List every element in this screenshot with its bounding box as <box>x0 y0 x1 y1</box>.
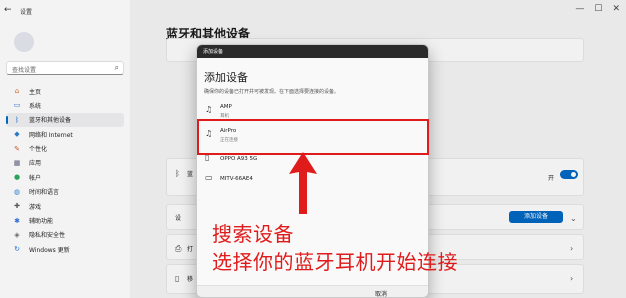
brush-icon: ✎ <box>14 144 20 153</box>
dialog-header-label: 添加设备 <box>203 49 224 55</box>
device-name: AMP <box>220 104 232 110</box>
sidebar-item-label: Windows 更新 <box>29 246 70 254</box>
sidebar-item-bluetooth[interactable]: ᛒ 蓝牙和其他设备 <box>6 112 124 127</box>
sidebar-item-label: 隐私和安全性 <box>29 232 66 240</box>
sidebar-item-system[interactable]: ▭ 系统 <box>6 98 124 112</box>
sidebar-item-windows-update[interactable]: ↻ Windows 更新 <box>6 242 124 256</box>
sidebar-item-privacy[interactable]: ◈ 隐私和安全性 <box>6 228 124 242</box>
sidebar-item-label: 应用 <box>29 160 42 168</box>
monitor-icon: ▭ <box>13 101 21 110</box>
highlight-box <box>197 119 429 155</box>
sidebar-item-label: 辅助功能 <box>29 218 54 226</box>
update-icon: ↻ <box>14 245 20 254</box>
sidebar-item-time-language[interactable]: ◍ 时间和语言 <box>6 185 124 199</box>
apps-icon: ▦ <box>13 158 21 167</box>
dialog-footer: 取消 <box>197 285 428 297</box>
gamepad-icon: ✚ <box>14 202 20 211</box>
sidebar-item-accounts[interactable]: ● 帐户 <box>6 170 124 184</box>
search-input[interactable]: 查找设置 ⌕ <box>6 61 124 75</box>
account-icon: ● <box>13 173 21 182</box>
headphones-icon: ♫ <box>205 105 213 114</box>
sidebar-item-label: 系统 <box>29 102 42 110</box>
sidebar-item-gaming[interactable]: ✚ 游戏 <box>6 199 124 213</box>
cancel-button[interactable]: 取消 <box>375 289 387 297</box>
home-icon: ⌂ <box>14 87 20 95</box>
red-arrow-icon <box>289 152 317 214</box>
globe-icon: ◍ <box>13 187 21 196</box>
back-arrow-icon[interactable]: ← <box>4 5 12 15</box>
device-name: MITV-66AE4 <box>220 176 253 182</box>
search-icon: ⌕ <box>114 63 119 72</box>
device-name: OPPO A93 5G <box>220 156 258 162</box>
sidebar-item-network[interactable]: ◆ 网络和 Internet <box>6 127 124 141</box>
sidebar-item-label: 个性化 <box>29 146 48 154</box>
annotation-line-1: 搜索设备 <box>212 222 294 246</box>
sidebar-item-label: 游戏 <box>29 203 42 211</box>
app-title: 设置 <box>20 9 33 16</box>
accessibility-icon: ✱ <box>14 216 20 225</box>
sidebar-item-label: 蓝牙和其他设备 <box>29 117 72 125</box>
search-placeholder: 查找设置 <box>12 67 37 74</box>
dialog-title: 添加设备 <box>204 71 248 84</box>
dialog-subtitle: 确保你的设备已打开并可被发现。在下面选择要连接的设备。 <box>204 89 340 95</box>
wifi-icon: ◆ <box>14 130 20 139</box>
sidebar-item-home[interactable]: ⌂ 主页 <box>6 84 124 98</box>
dialog-header: 添加设备 <box>197 45 428 58</box>
bluetooth-icon: ᛒ <box>14 115 20 124</box>
sidebar-item-label: 帐户 <box>29 174 42 182</box>
sidebar-item-accessibility[interactable]: ✱ 辅助功能 <box>6 214 124 228</box>
tv-icon: ▭ <box>205 173 213 182</box>
sidebar-nav: ⌂ 主页 ▭ 系统 ᛒ 蓝牙和其他设备 ◆ 网络和 Internet ✎ 个性化… <box>6 84 124 257</box>
shield-icon: ◈ <box>14 230 20 239</box>
sidebar-item-label: 网络和 Internet <box>29 131 73 139</box>
sidebar-item-apps[interactable]: ▦ 应用 <box>6 156 124 170</box>
avatar[interactable] <box>14 32 34 52</box>
sidebar-item-label: 时间和语言 <box>29 189 60 197</box>
sidebar-item-label: 主页 <box>29 88 42 96</box>
annotation-line-2: 选择你的蓝牙耳机开始连接 <box>212 250 458 274</box>
sidebar-item-personalization[interactable]: ✎ 个性化 <box>6 142 124 156</box>
